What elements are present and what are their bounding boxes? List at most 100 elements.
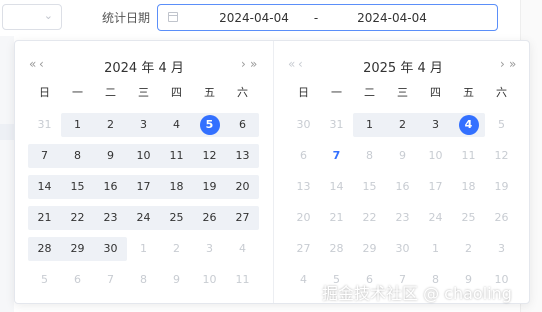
calendar-day[interactable]: 21 (28, 206, 61, 230)
calendar-day[interactable]: 8 (353, 144, 386, 168)
calendar-day[interactable]: 5 (193, 113, 226, 137)
calendar-day[interactable]: 19 (193, 175, 226, 199)
calendar-day[interactable]: 3 (419, 113, 452, 137)
calendar-day[interactable]: 9 (160, 268, 193, 292)
calendar-day[interactable]: 15 (61, 175, 94, 199)
calendar-day[interactable]: 16 (386, 175, 419, 199)
calendar-day[interactable]: 5 (485, 113, 518, 137)
calendar-day[interactable]: 21 (320, 206, 353, 230)
calendar-day[interactable]: 1 (127, 237, 160, 261)
calendar-day[interactable]: 8 (127, 268, 160, 292)
calendar-day[interactable]: 8 (61, 144, 94, 168)
calendar-day[interactable]: 2 (452, 237, 485, 261)
calendar-right: 2025 年 4 月 « ‹ › » 日 一 二 三 四 五 六 30 31 1 2 3… (274, 41, 532, 303)
filter-select[interactable]: ⌄ (2, 4, 62, 30)
calendar-day[interactable]: 20 (287, 206, 320, 230)
calendar-day[interactable]: 23 (94, 206, 127, 230)
prev-year-icon[interactable]: « (29, 57, 36, 71)
calendar-day[interactable]: 6 (287, 144, 320, 168)
calendar-day[interactable]: 28 (320, 237, 353, 261)
calendar-day[interactable]: 3 (127, 113, 160, 137)
range-start-input[interactable]: 2024-04-04 (218, 11, 290, 25)
next-month-icon[interactable]: › (241, 57, 246, 71)
calendar-day[interactable]: 9 (94, 144, 127, 168)
calendar-left-title: 2024 年 4 月 (104, 61, 184, 76)
calendar-day[interactable]: 4 (226, 237, 259, 261)
calendar-day[interactable]: 2 (160, 237, 193, 261)
calendar-day[interactable]: 16 (94, 175, 127, 199)
calendar-day[interactable]: 1 (419, 237, 452, 261)
calendar-day[interactable]: 2 (386, 113, 419, 137)
calendar-day[interactable]: 20 (226, 175, 259, 199)
chevron-down-icon: ⌄ (43, 9, 53, 22)
calendar-day[interactable]: 6 (226, 113, 259, 137)
next-month-icon[interactable]: › (500, 57, 505, 71)
calendar-day[interactable]: 29 (353, 237, 386, 261)
calendar-day[interactable]: 30 (94, 237, 127, 261)
weekday-label: 五 (204, 86, 215, 99)
calendar-day[interactable]: 7 (94, 268, 127, 292)
calendar-day[interactable]: 5 (28, 268, 61, 292)
selected-day-marker: 4 (458, 115, 479, 135)
calendar-day[interactable]: 27 (287, 237, 320, 261)
calendar-day[interactable]: 30 (287, 113, 320, 137)
calendar-day[interactable]: 18 (160, 175, 193, 199)
calendar-day[interactable]: 17 (127, 175, 160, 199)
calendar-day[interactable]: 1 (353, 113, 386, 137)
calendar-day[interactable]: 17 (419, 175, 452, 199)
next-year-icon[interactable]: » (509, 57, 516, 71)
prev-month-icon[interactable]: ‹ (39, 57, 44, 71)
calendar-day[interactable]: 19 (485, 175, 518, 199)
calendar-day[interactable]: 3 (193, 237, 226, 261)
calendar-day[interactable]: 11 (452, 144, 485, 168)
calendar-day[interactable]: 10 (127, 144, 160, 168)
date-range-input[interactable]: 2024-04-04 - 2024-04-04 (157, 4, 498, 31)
calendar-day[interactable]: 14 (320, 175, 353, 199)
calendar-day[interactable]: 24 (127, 206, 160, 230)
calendar-day[interactable]: 13 (226, 144, 259, 168)
calendar-day[interactable]: 10 (193, 268, 226, 292)
calendar-day[interactable]: 12 (193, 144, 226, 168)
calendar-day[interactable]: 11 (160, 144, 193, 168)
calendar-day[interactable]: 28 (28, 237, 61, 261)
calendar-day[interactable]: 22 (353, 206, 386, 230)
prev-year-icon[interactable]: « (288, 57, 295, 71)
calendar-day[interactable]: 6 (61, 268, 94, 292)
date-field-label: 统计日期 (102, 11, 151, 25)
calendar-day[interactable]: 10 (419, 144, 452, 168)
calendar-day[interactable]: 7 (28, 144, 61, 168)
weekday-label: 三 (138, 86, 149, 99)
calendar-day[interactable]: 4 (452, 113, 485, 137)
calendar-day[interactable]: 2 (94, 113, 127, 137)
calendar-day[interactable]: 23 (386, 206, 419, 230)
calendar-day[interactable]: 3 (485, 237, 518, 261)
calendar-day[interactable]: 24 (419, 206, 452, 230)
calendar-day[interactable]: 1 (61, 113, 94, 137)
calendar-day[interactable]: 18 (452, 175, 485, 199)
calendar-day[interactable]: 9 (386, 144, 419, 168)
calendar-day[interactable]: 4 (287, 268, 320, 292)
weekday-label: 日 (39, 86, 50, 99)
weekday-label: 四 (171, 86, 182, 99)
calendar-day[interactable]: 29 (61, 237, 94, 261)
next-year-icon[interactable]: » (250, 57, 257, 71)
prev-month-icon[interactable]: ‹ (298, 57, 303, 71)
calendar-day[interactable]: 26 (193, 206, 226, 230)
selected-day-marker: 5 (199, 115, 220, 135)
calendar-day[interactable]: 31 (28, 113, 61, 137)
range-end-input[interactable]: 2024-04-04 (356, 11, 428, 25)
calendar-day[interactable]: 26 (485, 206, 518, 230)
calendar-day[interactable]: 30 (386, 237, 419, 261)
calendar-day[interactable]: 13 (287, 175, 320, 199)
calendar-day[interactable]: 22 (61, 206, 94, 230)
calendar-day[interactable]: 12 (485, 144, 518, 168)
calendar-day[interactable]: 4 (160, 113, 193, 137)
calendar-day[interactable]: 25 (160, 206, 193, 230)
calendar-day[interactable]: 15 (353, 175, 386, 199)
calendar-day[interactable]: 27 (226, 206, 259, 230)
calendar-day[interactable]: 7 (320, 144, 353, 168)
calendar-day[interactable]: 25 (452, 206, 485, 230)
calendar-day[interactable]: 31 (320, 113, 353, 137)
calendar-day[interactable]: 14 (28, 175, 61, 199)
calendar-day[interactable]: 11 (226, 268, 259, 292)
